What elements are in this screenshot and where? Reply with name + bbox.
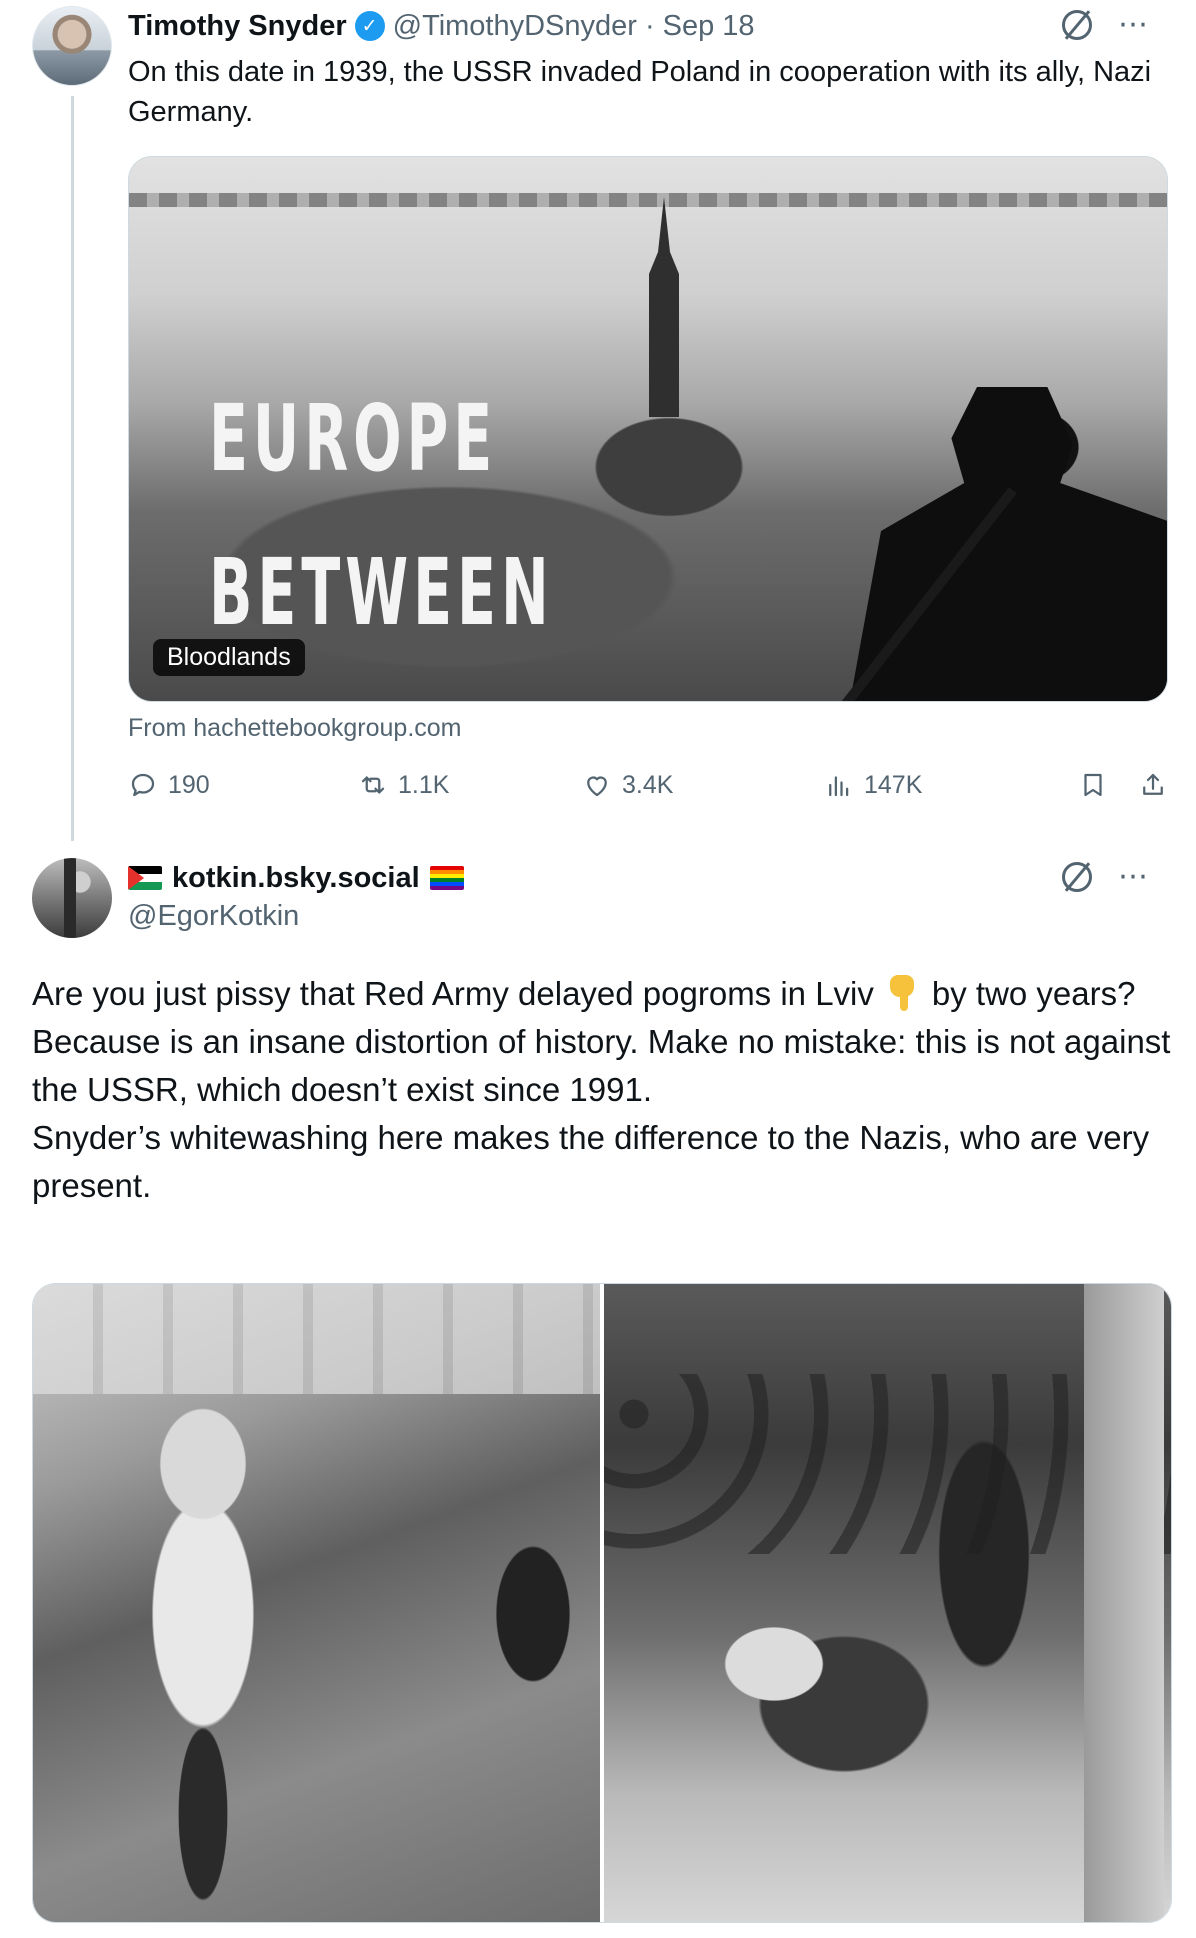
tweet-header: Timothy Snyder ✓ @TimothyDSnyder · Sep 1…	[128, 6, 755, 46]
author-handle[interactable]: @EgorKotkin	[128, 900, 299, 933]
header-separator: ·	[644, 9, 655, 42]
tweet-text: On this date in 1939, the USSR invaded P…	[128, 56, 1152, 128]
pointing-down-emoji-icon	[886, 973, 920, 1013]
reply-button[interactable]: 190	[128, 770, 210, 800]
share-button[interactable]	[1138, 770, 1168, 800]
views-count: 147K	[864, 770, 923, 799]
author-avatar[interactable]	[32, 858, 112, 938]
tweet-photo-2[interactable]	[604, 1284, 1171, 1922]
tweet-text-line2: Because is an insane distortion of histo…	[32, 1023, 1180, 1108]
tweet-text-line3: Snyder’s whitewashing here makes the dif…	[32, 1119, 1159, 1204]
repost-button[interactable]: 1.1K	[358, 770, 449, 800]
author-name[interactable]: kotkin.bsky.social	[172, 862, 420, 895]
reply-count: 190	[168, 770, 210, 799]
card-image-church	[649, 197, 679, 417]
tweet-action-bar: 190 1.1K 3.4K 147K	[128, 770, 1174, 814]
like-count: 3.4K	[622, 770, 674, 799]
photo-background	[33, 1284, 600, 1394]
like-icon	[582, 770, 612, 800]
repost-count: 1.1K	[398, 770, 450, 799]
reply-icon	[128, 770, 158, 800]
card-image-soldier	[849, 387, 1167, 701]
bookmark-icon	[1078, 770, 1108, 800]
verified-badge-icon: ✓	[354, 11, 385, 41]
grok-icon[interactable]	[1062, 862, 1092, 892]
author-avatar[interactable]	[32, 6, 112, 86]
card-title-line1: EUROPE	[209, 385, 498, 492]
views-icon	[824, 770, 854, 800]
card-source[interactable]: From hachettebookgroup.com	[128, 714, 462, 743]
grok-icon[interactable]	[1062, 10, 1092, 40]
tweet-text: Are you just pissy that Red Army delayed…	[32, 970, 1172, 1210]
author-handle[interactable]: @TimothyDSnyder	[393, 10, 637, 43]
tweet-top-actions: ⋯	[1062, 10, 1149, 40]
photo-archway	[1084, 1284, 1164, 1922]
rainbow-flag-icon	[429, 866, 464, 890]
tweet-top-actions: ⋯	[1062, 862, 1149, 892]
bookmark-button[interactable]	[1078, 770, 1108, 800]
repost-icon	[358, 770, 388, 800]
tweet-header: kotkin.bsky.social	[128, 858, 464, 898]
like-button[interactable]: 3.4K	[582, 770, 673, 800]
link-preview-card[interactable]: EUROPE BETWEEN Bloodlands	[128, 156, 1168, 702]
more-options-icon[interactable]: ⋯	[1118, 862, 1149, 892]
tweet-photo-1[interactable]	[33, 1284, 600, 1922]
tweet-media-grid	[32, 1283, 1172, 1923]
author-name[interactable]: Timothy Snyder	[128, 10, 347, 43]
palestine-flag-icon	[128, 866, 162, 890]
views-button[interactable]: 147K	[824, 770, 922, 800]
card-title-line2: BETWEEN	[209, 539, 554, 646]
card-label: Bloodlands	[153, 639, 305, 676]
card-image-bridge	[129, 193, 1167, 207]
tweet-text-line1: Are you just pissy that Red Army delayed…	[32, 975, 874, 1012]
share-icon	[1138, 770, 1168, 800]
tweet-text-line1-end: by two years?	[931, 975, 1136, 1012]
thread-connector-line	[71, 96, 74, 841]
more-options-icon[interactable]: ⋯	[1118, 10, 1149, 40]
tweet-date[interactable]: Sep 18	[663, 10, 755, 43]
